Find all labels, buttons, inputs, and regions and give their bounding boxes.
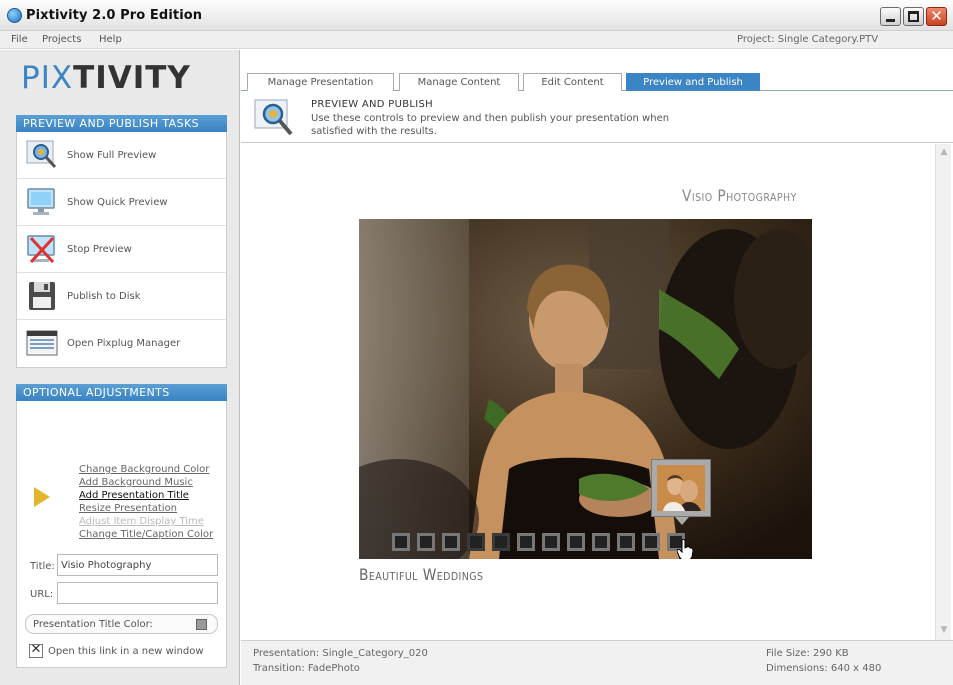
left-panel: PIXTIVITY PREVIEW AND PUBLISH TASKS Show…: [0, 50, 240, 685]
menu-bar: File Projects Help Project: Single Categ…: [0, 31, 953, 49]
arrow-right-icon: [34, 487, 50, 507]
tooltip-pointer: [675, 517, 689, 525]
window-title: Pixtivity 2.0 Pro Edition: [26, 8, 203, 23]
tab-bar: Manage Presentation Manage Content Edit …: [241, 50, 953, 91]
status-bar: Presentation: Single_Category_020 Transi…: [241, 640, 953, 685]
preview-photo: [359, 219, 812, 559]
minimize-icon: [886, 19, 895, 22]
new-window-checkbox[interactable]: ✕: [29, 642, 43, 658]
thumbnail-preview-image: [657, 465, 705, 511]
link-change-background-color[interactable]: Change Background Color: [79, 464, 213, 477]
tab-edit-content[interactable]: Edit Content: [523, 73, 622, 91]
title-color-picker[interactable]: Presentation Title Color:: [25, 614, 218, 634]
title-bar: Pixtivity 2.0 Pro Edition ✕: [0, 0, 953, 31]
link-resize-presentation[interactable]: Resize Presentation: [79, 503, 213, 516]
link-add-background-music[interactable]: Add Background Music: [79, 477, 213, 490]
scroll-up-arrow-icon[interactable]: ▲: [937, 145, 951, 159]
thumbnail-2[interactable]: [417, 533, 435, 551]
maximize-icon: [908, 11, 919, 22]
scroll-down-arrow-icon[interactable]: ▼: [937, 623, 951, 637]
presentation-caption: Beautiful Weddings: [359, 565, 484, 584]
close-icon: ✕: [930, 7, 943, 25]
thumbnail-3[interactable]: [442, 533, 460, 551]
menu-help[interactable]: Help: [99, 34, 122, 45]
main-panel: Manage Presentation Manage Content Edit …: [241, 50, 953, 685]
thumbnail-5[interactable]: [492, 533, 510, 551]
close-button[interactable]: ✕: [926, 7, 947, 26]
task-open-pixplug-manager[interactable]: Open Pixplug Manager: [17, 320, 226, 367]
logo-part-pix: PIX: [21, 60, 74, 96]
task-show-full-preview[interactable]: Show Full Preview: [17, 132, 226, 179]
thumbnail-4[interactable]: [467, 533, 485, 551]
minimize-button[interactable]: [880, 7, 901, 26]
logo-part-tivity: TIVITY: [73, 60, 191, 96]
tab-manage-presentation[interactable]: Manage Presentation: [247, 73, 394, 91]
thumbnail-11[interactable]: [642, 533, 660, 551]
section-description: Use these controls to preview and then p…: [311, 113, 670, 137]
thumbnail-6[interactable]: [517, 533, 535, 551]
link-adjust-item-display-time: Adjust Item Display Time: [79, 516, 204, 527]
app-logo: PIXTIVITY: [21, 60, 191, 96]
status-transition: Transition: FadePhoto: [253, 663, 360, 674]
url-field-label: URL:: [30, 589, 54, 600]
photo-image: [359, 219, 812, 559]
preview-canvas: Visio Photography Beautiful Weddings: [241, 144, 935, 640]
options-section-header: OPTIONAL ADJUSTMENTS: [16, 384, 227, 401]
menu-projects[interactable]: Projects: [42, 34, 81, 45]
title-field-label: Title:: [30, 561, 55, 572]
thumbnail-1[interactable]: [392, 533, 410, 551]
thumbnail-8[interactable]: [567, 533, 585, 551]
options-panel: Change Background Color Add Background M…: [16, 401, 227, 668]
section-title: PREVIEW AND PUBLISH: [311, 99, 433, 110]
title-color-label: Presentation Title Color:: [33, 619, 153, 630]
task-label: Publish to Disk: [67, 291, 141, 302]
checkbox-mark-icon: ✕: [30, 642, 42, 657]
task-label: Show Quick Preview: [67, 197, 168, 208]
section-header: PREVIEW AND PUBLISH Use these controls t…: [241, 91, 953, 143]
magnifier-icon: [254, 99, 293, 136]
status-dimensions: Dimensions: 640 x 480: [766, 663, 882, 674]
tab-manage-content[interactable]: Manage Content: [399, 73, 519, 91]
maximize-button[interactable]: [903, 7, 924, 26]
thumbnail-tooltip: [651, 459, 711, 525]
thumbnail-7[interactable]: [542, 533, 560, 551]
magnifier-icon: [26, 140, 57, 169]
monitor-icon: [27, 188, 55, 215]
task-label: Stop Preview: [67, 244, 132, 255]
new-window-checkbox-label: Open this link in a new window: [48, 646, 204, 657]
link-add-presentation-title[interactable]: Add Presentation Title: [79, 490, 213, 503]
hand-cursor-icon: [677, 539, 693, 559]
task-stop-preview[interactable]: Stop Preview: [17, 226, 226, 273]
task-label: Show Full Preview: [67, 150, 157, 161]
task-show-quick-preview[interactable]: Show Quick Preview: [17, 179, 226, 226]
status-file-size: File Size: 290 KB: [766, 648, 849, 659]
floppy-disk-icon: [29, 282, 55, 310]
presentation-title: Visio Photography: [682, 186, 797, 205]
tasks-section-header: PREVIEW AND PUBLISH TASKS: [16, 115, 227, 132]
tab-preview-and-publish[interactable]: Preview and Publish: [626, 73, 760, 91]
status-presentation: Presentation: Single_Category_020: [253, 648, 428, 659]
options-link-list: Change Background Color Add Background M…: [79, 464, 213, 542]
window-icon: [26, 330, 58, 356]
app-logo-icon: [7, 8, 22, 23]
task-list: Show Full Preview Show Quick Preview Sto…: [16, 132, 227, 368]
thumbnail-9[interactable]: [592, 533, 610, 551]
link-change-title-caption-color[interactable]: Change Title/Caption Color: [79, 529, 213, 542]
project-label: Project: Single Category.PTV: [737, 34, 879, 45]
stop-monitor-icon: [27, 235, 55, 264]
title-color-swatch[interactable]: [196, 619, 207, 630]
thumbnail-10[interactable]: [617, 533, 635, 551]
task-publish-to-disk[interactable]: Publish to Disk: [17, 273, 226, 320]
title-field[interactable]: [57, 554, 218, 576]
task-label: Open Pixplug Manager: [67, 338, 181, 349]
preview-scrollbar[interactable]: ▲ ▼: [935, 144, 951, 640]
url-field[interactable]: [57, 582, 218, 604]
menu-file[interactable]: File: [11, 34, 28, 45]
